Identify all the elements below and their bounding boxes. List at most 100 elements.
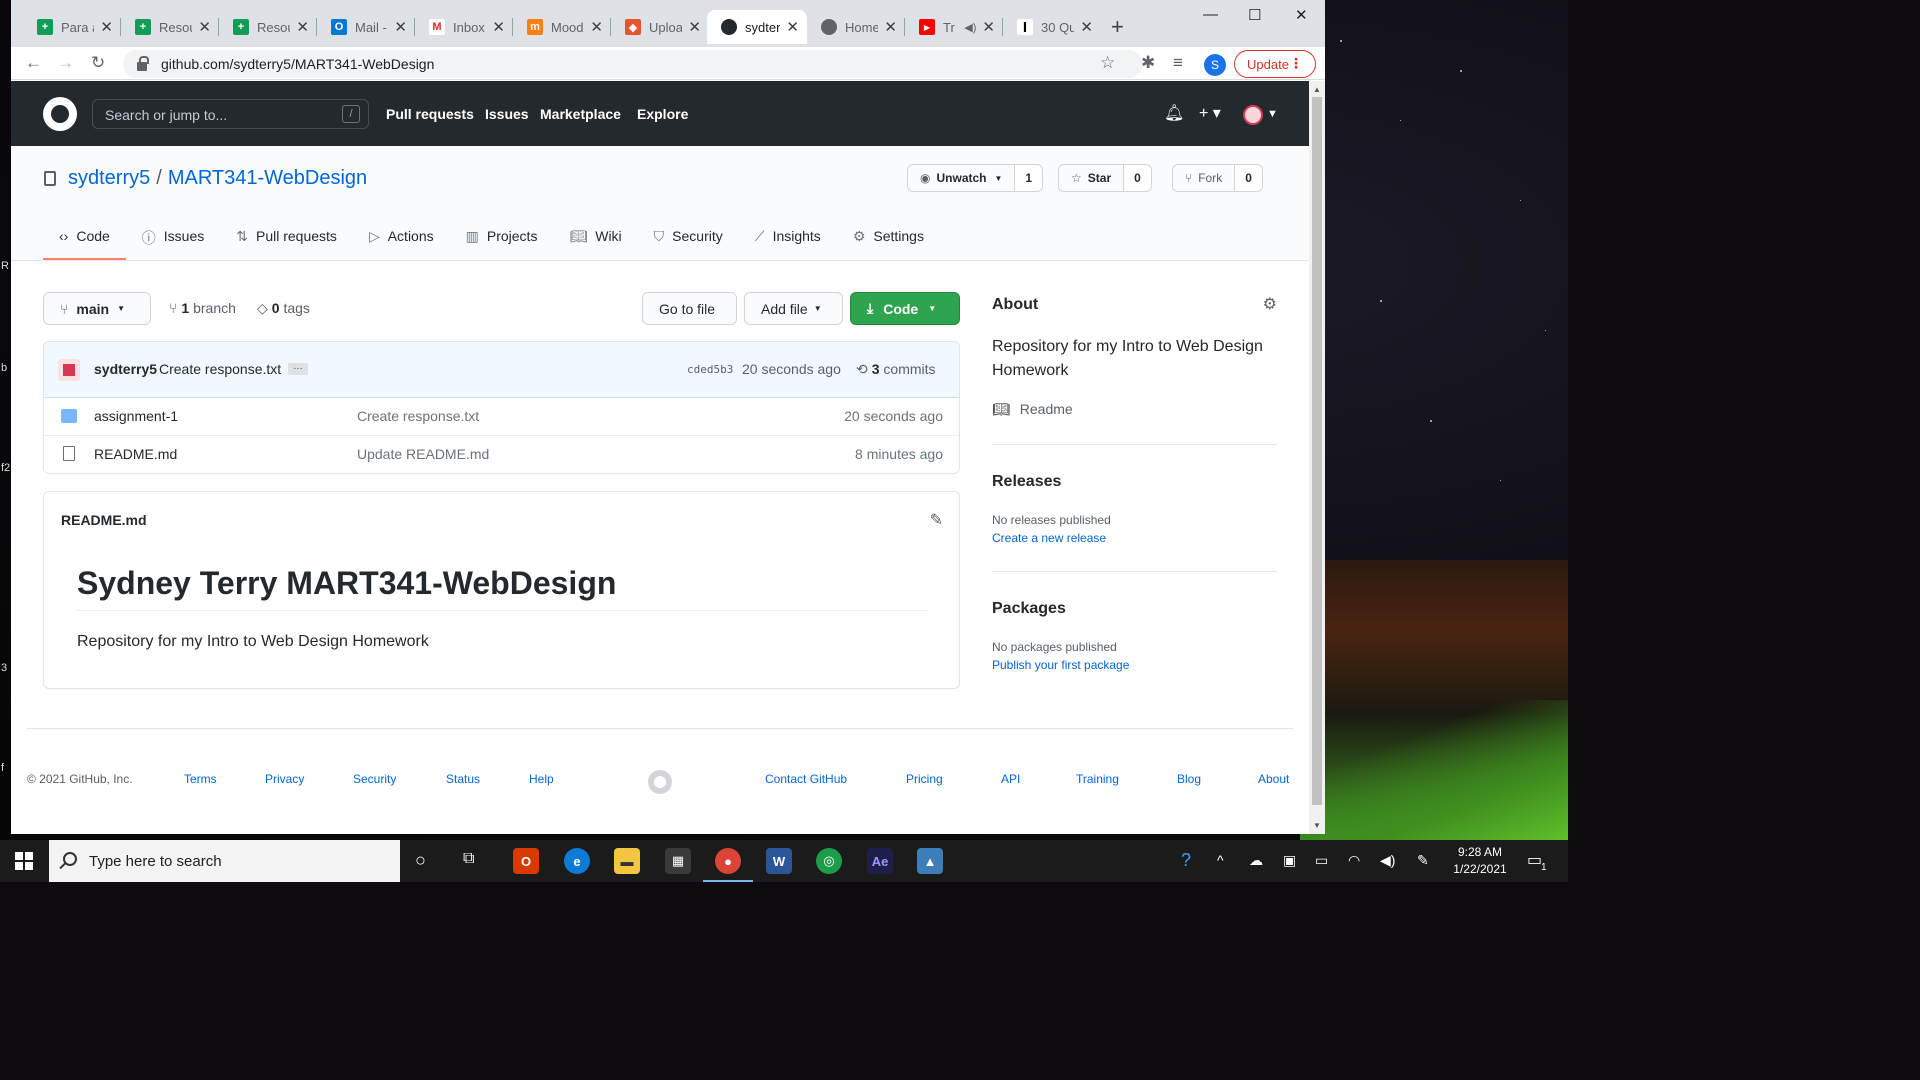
extensions-icon[interactable]: ✱ (1141, 53, 1155, 73)
add-file-button[interactable]: Add file ▼ (744, 292, 843, 325)
taskbar-search-input[interactable]: Type here to search (49, 840, 400, 882)
reload-icon[interactable]: ↻ (91, 53, 105, 73)
update-button[interactable]: Update ⋮ (1234, 50, 1316, 78)
footer-link-terms[interactable]: Terms (184, 772, 217, 786)
onedrive-icon[interactable]: ☁ (1249, 852, 1263, 869)
help-icon[interactable]: ? (1181, 850, 1191, 871)
watch-button[interactable]: ◉ Unwatch ▼ 1 (907, 164, 1044, 192)
fork-count[interactable]: 0 (1235, 165, 1262, 191)
nav-explore[interactable]: Explore (637, 106, 688, 122)
close-icon[interactable]: ✕ (786, 18, 799, 36)
browser-tab[interactable]: + Resou ✕ (121, 10, 219, 44)
close-icon[interactable]: ✕ (198, 18, 211, 36)
readme-link[interactable]: 📖︎ Readme (992, 401, 1073, 418)
close-icon[interactable]: ✕ (100, 18, 113, 36)
commits-link[interactable]: ⟲ 3 commits (856, 361, 936, 378)
footer-link-training[interactable]: Training (1076, 772, 1119, 786)
chevron-down-icon[interactable]: ▼ (1267, 108, 1278, 120)
tab-code[interactable]: ‹› Code (43, 226, 126, 260)
address-bar[interactable]: github.com/sydterry5/MART341-WebDesign (123, 50, 1143, 78)
tab-projects[interactable]: ▥ Projects (450, 226, 554, 260)
browser-tab[interactable]: I 30 Qu ✕ (1003, 10, 1101, 44)
task-view-icon[interactable]: ⧉ (463, 850, 474, 868)
monitor-icon[interactable]: ▣ (1283, 852, 1296, 869)
github-footer-logo-icon[interactable] (648, 770, 672, 794)
edge-icon[interactable]: e (564, 848, 590, 874)
office-icon[interactable]: O (513, 848, 539, 874)
battery-icon[interactable]: ▭ (1315, 852, 1328, 869)
windows-start-icon[interactable] (15, 852, 33, 870)
branches-link[interactable]: ⑂ 1 branch (169, 300, 236, 316)
close-icon[interactable]: ✕ (394, 18, 407, 36)
chevron-up-icon[interactable]: ^ (1217, 852, 1224, 868)
file-explorer-icon[interactable]: ▬ (614, 848, 640, 874)
pencil-icon[interactable]: ✎ (930, 510, 943, 530)
media-control-icon[interactable]: ≡ (1173, 53, 1183, 73)
browser-tab[interactable]: m Mood ✕ (513, 10, 611, 44)
branch-select[interactable]: ⑂ main ▼ (43, 292, 151, 325)
close-icon[interactable]: ✕ (296, 18, 309, 36)
commit-expand-button[interactable]: … (288, 362, 308, 375)
notifications-icon[interactable]: ▭ (1527, 850, 1542, 870)
search-input[interactable]: Search or jump to... / (92, 99, 369, 129)
tab-actions[interactable]: ▷ Actions (353, 226, 450, 260)
after-effects-icon[interactable]: Ae (867, 848, 893, 874)
footer-link-pricing[interactable]: Pricing (906, 772, 943, 786)
browser-tab[interactable]: Home ✕ (807, 10, 905, 44)
close-icon[interactable]: ✕ (884, 18, 897, 36)
commit-sha[interactable]: cded5b3 (687, 363, 733, 376)
wifi-icon[interactable]: ◠ (1348, 852, 1360, 869)
file-commit-message[interactable]: Update README.md (357, 446, 489, 462)
publish-package-link[interactable]: Publish your first package (992, 658, 1129, 672)
close-icon[interactable]: ✕ (492, 18, 505, 36)
system-clock[interactable]: 9:28 AM 1/22/2021 (1450, 844, 1510, 878)
browser-tab[interactable]: + Para a ✕ (23, 10, 121, 44)
back-icon[interactable]: ← (25, 53, 42, 73)
nav-issues[interactable]: Issues (485, 106, 529, 122)
close-icon[interactable]: ✕ (590, 18, 603, 36)
fork-button[interactable]: ⑂ Fork 0 (1172, 164, 1263, 192)
go-to-file-button[interactable]: Go to file (642, 292, 737, 325)
bookmark-star-icon[interactable]: ☆ (1100, 53, 1115, 73)
forward-icon[interactable]: → (57, 53, 74, 73)
footer-link-contact[interactable]: Contact GitHub (765, 772, 847, 786)
close-icon[interactable]: ✕ (982, 18, 995, 36)
browser-tab[interactable]: O Mail - ✕ (317, 10, 415, 44)
tab-issues[interactable]: ⓘ Issues (126, 226, 220, 260)
tab-security[interactable]: ⛉ Security (638, 226, 739, 260)
tab-wiki[interactable]: 📖︎ Wiki (553, 226, 637, 260)
cortana-icon[interactable]: ○ (415, 850, 426, 871)
store-icon[interactable]: ▦ (665, 848, 691, 874)
repo-name-link[interactable]: MART341-WebDesign (168, 167, 367, 190)
tags-link[interactable]: ◇ 0 tags (257, 300, 310, 317)
browser-tab-active[interactable]: sydter ✕ (707, 10, 807, 44)
github-logo-icon[interactable] (43, 97, 77, 131)
browser-tab[interactable]: ▶ Tr ◀) ✕ (905, 10, 1003, 44)
browser-tab[interactable]: M Inbox ✕ (415, 10, 513, 44)
browser-tab[interactable]: + Resou ✕ (219, 10, 317, 44)
create-release-link[interactable]: Create a new release (992, 531, 1106, 545)
nav-marketplace[interactable]: Marketplace (540, 106, 621, 122)
code-button[interactable]: ⤓ Code ▼ (850, 292, 960, 325)
browser-tab[interactable]: ◆ Uploa ✕ (611, 10, 709, 44)
footer-link-api[interactable]: API (1001, 772, 1020, 786)
bell-icon[interactable]: 🔔︎ (1164, 103, 1184, 123)
repo-owner-link[interactable]: sydterry5 (68, 167, 150, 190)
close-icon[interactable]: ✕ (688, 18, 701, 36)
scrollbar-thumb[interactable] (1312, 97, 1322, 805)
footer-link-security[interactable]: Security (353, 772, 396, 786)
nav-pull-requests[interactable]: Pull requests (386, 106, 474, 122)
profile-avatar[interactable]: S (1204, 54, 1226, 76)
releases-title[interactable]: Releases (992, 473, 1061, 491)
gear-icon[interactable]: ⚙ (1263, 294, 1277, 314)
watch-count[interactable]: 1 (1015, 165, 1043, 191)
author-avatar[interactable] (58, 359, 80, 381)
commit-author[interactable]: sydterry5 (94, 361, 157, 377)
file-name-link[interactable]: assignment-1 (94, 408, 178, 424)
footer-link-about[interactable]: About (1258, 772, 1289, 786)
create-new-icon[interactable]: + ▾ (1199, 103, 1221, 123)
commit-message[interactable]: Create response.txt (159, 361, 281, 377)
window-close-icon[interactable]: ✕ (1295, 6, 1308, 24)
chrome-icon[interactable]: ● (703, 848, 753, 882)
packages-title[interactable]: Packages (992, 600, 1066, 618)
